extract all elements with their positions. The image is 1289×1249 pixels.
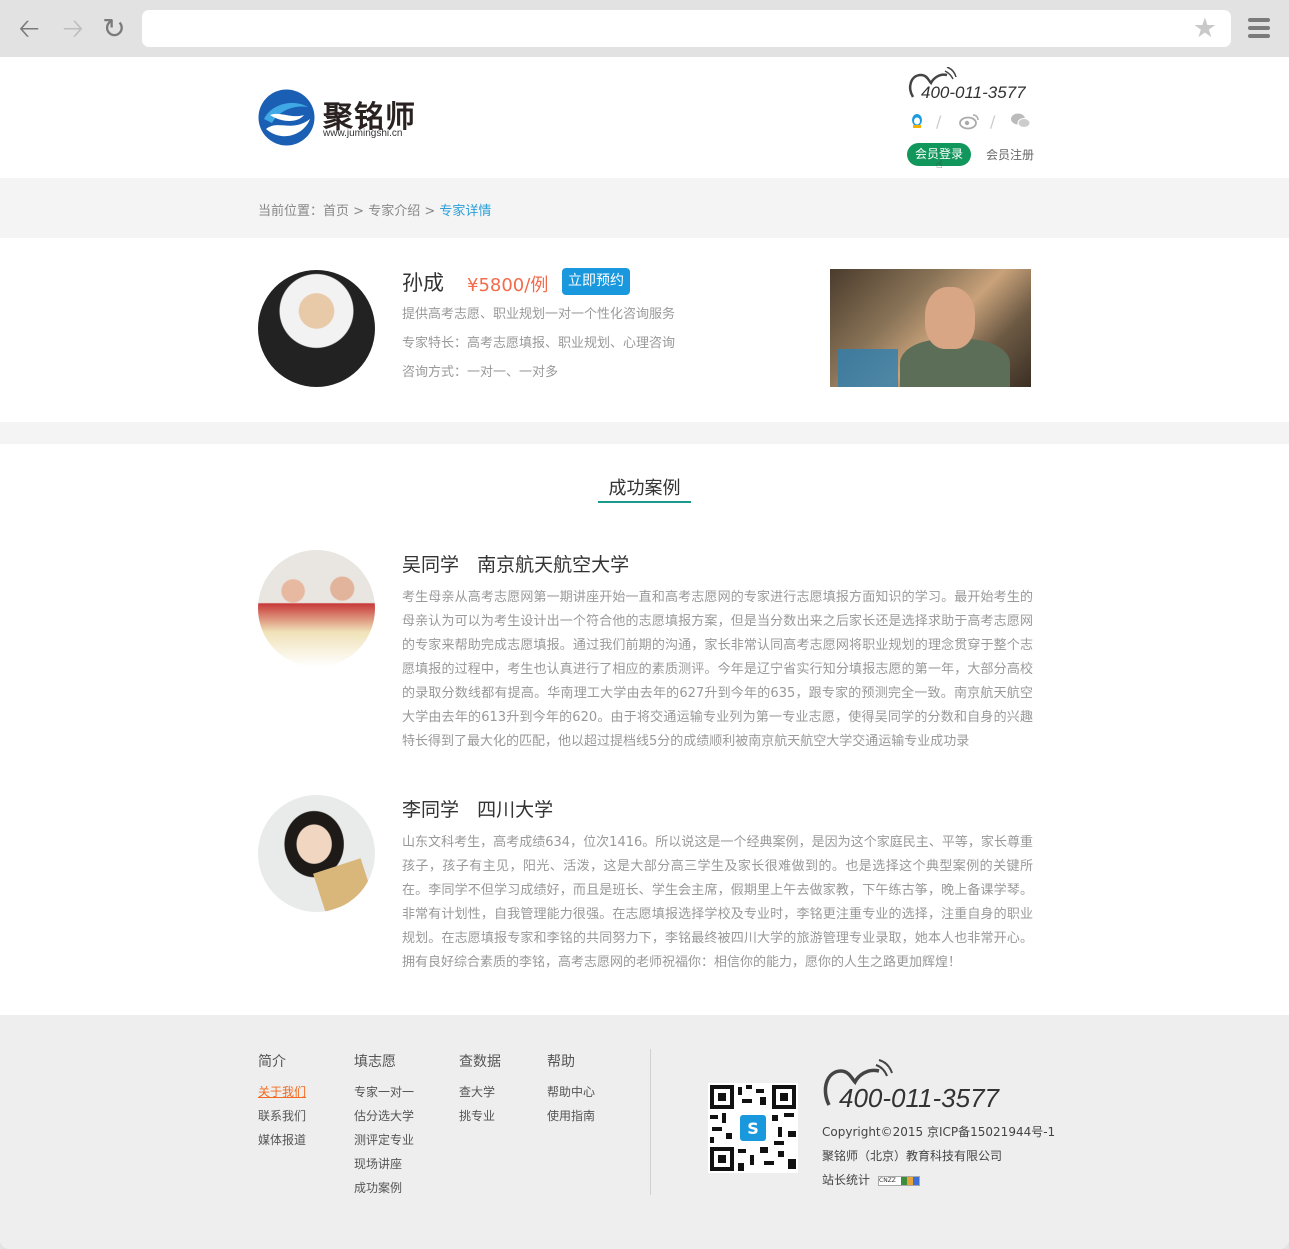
footer-link-majors[interactable]: 挑专业	[459, 1104, 501, 1128]
footer-divider	[650, 1049, 651, 1195]
hand-cursor-icon: ☝	[936, 158, 943, 171]
case-description: 考生母亲从高考志愿网第一期讲座开始一直和高考志愿网的专家进行志愿填报方面知识的学…	[402, 590, 1033, 749]
bookmark-star-icon[interactable]: ★	[1193, 13, 1217, 44]
footer-link-guide[interactable]: 使用指南	[547, 1104, 595, 1128]
section-title-underline	[598, 501, 691, 503]
site-stats-label[interactable]: 站长统计	[822, 1173, 870, 1187]
expert-name: 孙成	[402, 271, 444, 295]
footer-link-universities[interactable]: 查大学	[459, 1080, 501, 1104]
case-description: 山东文科考生，高考成绩634，位次1416。所以说这是一个经典案例，是因为这个家…	[402, 835, 1033, 970]
footer-link-score-estimate[interactable]: 估分选大学	[354, 1104, 414, 1128]
book-now-button[interactable]: 立即预约	[562, 268, 630, 295]
qr-code-icon: S	[708, 1083, 798, 1173]
breadcrumb-separator: >	[349, 204, 369, 219]
expert-feature-photo	[830, 269, 1031, 387]
wechat-icon[interactable]	[1010, 112, 1032, 130]
case-photo	[258, 795, 375, 912]
breadcrumb-bar: 当前位置：首页 > 专家介绍 > 专家详情	[0, 178, 1289, 238]
qq-icon[interactable]	[908, 112, 926, 130]
expert-specialty: 专家特长：高考志愿填报、职业规划、心理咨询	[402, 336, 676, 351]
browser-toolbar: 🡠 🡢 ↻ ★	[0, 0, 1289, 57]
breadcrumb-current[interactable]: 专家详情	[439, 204, 491, 219]
brand-url: www.jumingshi.cn	[323, 128, 403, 139]
logo-icon[interactable]	[258, 89, 315, 146]
cnzz-badge-icon[interactable]: CNZZ	[878, 1175, 921, 1186]
forward-arrow-icon[interactable]: 🡢	[58, 14, 88, 44]
footer-column-data: 查数据 查大学 挑专业	[459, 1051, 501, 1128]
footer-column-heading: 查数据	[459, 1054, 501, 1070]
footer-hotline: 400-011-3577	[821, 1059, 1021, 1113]
hotline-number: 400-011-3577	[921, 83, 1026, 102]
site-header: 聚铭师 www.jumingshi.cn 400-011-3577 / / 会员…	[0, 57, 1289, 178]
footer-link-assessment[interactable]: 测评定专业	[354, 1128, 414, 1152]
footer-link-help-center[interactable]: 帮助中心	[547, 1080, 595, 1104]
footer-column-application: 填志愿 专家一对一 估分选大学 测评定专业 现场讲座 成功案例	[354, 1051, 414, 1200]
footer-link-lectures[interactable]: 现场讲座	[354, 1152, 414, 1176]
svg-text:S: S	[747, 1119, 759, 1138]
breadcrumb-separator: >	[420, 204, 440, 219]
footer-column-help: 帮助 帮助中心 使用指南	[547, 1051, 595, 1128]
breadcrumb-experts[interactable]: 专家介绍	[368, 204, 420, 219]
page: 聚铭师 www.jumingshi.cn 400-011-3577 / / 会员…	[0, 57, 1289, 1249]
site-footer: 简介 关于我们 联系我们 媒体报道 填志愿 专家一对一 估分选大学 测评定专业 …	[0, 1015, 1289, 1249]
divider-slash: /	[936, 112, 942, 131]
footer-link-one-on-one[interactable]: 专家一对一	[354, 1080, 414, 1104]
expert-avatar	[258, 270, 375, 387]
company-name: 聚铭师（北京）教育科技有限公司	[822, 1149, 1003, 1163]
footer-column-heading: 填志愿	[354, 1054, 396, 1070]
footer-link-media[interactable]: 媒体报道	[258, 1128, 306, 1152]
case-title: 李同学 四川大学	[402, 799, 554, 821]
breadcrumb-prefix: 当前位置：	[258, 204, 324, 219]
hotline: 400-011-3577	[907, 67, 1037, 103]
member-register-link[interactable]: 会员注册	[986, 146, 1034, 163]
divider-slash: /	[990, 112, 996, 131]
address-bar[interactable]: ★	[142, 10, 1231, 47]
breadcrumb: 当前位置：首页 > 专家介绍 > 专家详情	[258, 200, 491, 219]
footer-column-heading: 简介	[258, 1054, 286, 1070]
breadcrumb-home[interactable]: 首页	[323, 204, 349, 219]
copyright-text: Copyright©2015 京ICP备15021944号-1	[822, 1125, 1056, 1139]
reload-icon[interactable]: ↻	[99, 14, 129, 44]
site-stats: 站长统计 CNZZ	[822, 1171, 921, 1188]
footer-hotline-number: 400-011-3577	[839, 1083, 999, 1113]
section-divider	[0, 422, 1289, 444]
back-arrow-icon[interactable]: 🡠	[14, 14, 44, 44]
expert-profile: 孙成 ¥5800/例 立即预约 提供高考志愿、职业规划一对一个性化咨询服务 专家…	[0, 238, 1289, 422]
footer-link-about[interactable]: 关于我们	[258, 1080, 306, 1104]
footer-link-cases[interactable]: 成功案例	[354, 1176, 414, 1200]
success-cases-title: 成功案例	[608, 478, 681, 499]
hamburger-menu-icon[interactable]	[1248, 18, 1270, 38]
footer-column-heading: 帮助	[547, 1054, 575, 1070]
expert-service: 提供高考志愿、职业规划一对一个性化咨询服务	[402, 307, 676, 322]
social-links: / /	[906, 112, 1036, 132]
footer-link-contact[interactable]: 联系我们	[258, 1104, 306, 1128]
case-title: 吴同学 南京航天航空大学	[402, 554, 630, 576]
weibo-icon[interactable]	[958, 112, 980, 130]
expert-consult-method: 咨询方式：一对一、一对多	[402, 365, 559, 380]
footer-column-intro: 简介 关于我们 联系我们 媒体报道	[258, 1051, 306, 1152]
case-photo	[258, 550, 375, 667]
expert-price: ¥5800/例	[467, 275, 549, 296]
